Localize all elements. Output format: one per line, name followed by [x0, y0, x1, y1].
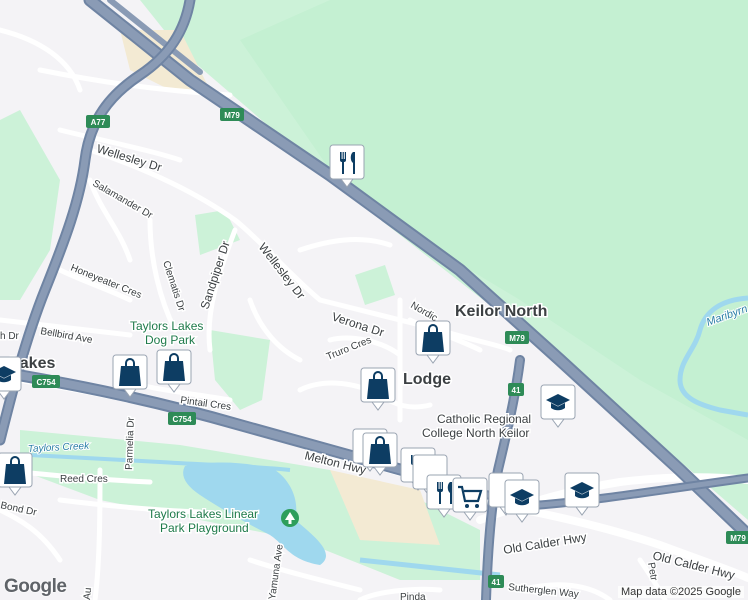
- street-label-parmelia-dr: Parmelia Dr: [124, 416, 137, 470]
- school-label-line1: Catholic Regional: [437, 412, 531, 426]
- shield-a77-text: A77: [91, 118, 106, 127]
- park-tree-icon: [281, 509, 299, 527]
- shield-c754-mid: C754: [168, 412, 196, 425]
- street-label-dr-partial: h Dr: [0, 331, 20, 342]
- google-logo[interactable]: Google: [4, 576, 67, 598]
- shield-41-bottom-text: 41: [492, 578, 501, 587]
- shield-41-bottom: 41: [488, 575, 504, 588]
- park-label-dog-park-line1: Taylors Lakes: [130, 319, 203, 333]
- shield-m79-top-text: M79: [224, 111, 240, 120]
- park-label-dog-park-line2: Dog Park: [145, 333, 196, 347]
- park-label-linear-park-line2: Park Playground: [160, 521, 249, 535]
- shield-m79-top: M79: [220, 108, 244, 121]
- map-attribution[interactable]: Map data ©2025 Google: [617, 586, 744, 598]
- park-label-linear-park-line1: Taylors Lakes Linear: [148, 507, 258, 521]
- shield-m79-right: M79: [505, 331, 529, 344]
- street-label-pinda: Pinda: [400, 592, 426, 600]
- shield-m79-edge-text: M79: [730, 534, 746, 543]
- shield-a77: A77: [86, 115, 110, 128]
- shield-m79-right-text: M79: [509, 334, 525, 343]
- shield-c754-left: C754: [32, 375, 60, 388]
- shield-41-mid: 41: [508, 383, 524, 396]
- suburb-label-keilor-north: Keilor North: [455, 303, 547, 320]
- school-label-line2: College North Keilor: [422, 426, 529, 440]
- map-canvas[interactable]: M79 A77 M79 C754 C754 41 41 M79 Keilor N…: [0, 0, 748, 600]
- shield-c754-mid-text: C754: [172, 415, 192, 424]
- suburb-label-lodge: Lodge: [403, 371, 451, 388]
- shield-c754-left-text: C754: [36, 378, 56, 387]
- street-label-au: Au: [82, 587, 94, 600]
- shield-41-mid-text: 41: [512, 386, 521, 395]
- shield-m79-edge: M79: [726, 531, 748, 544]
- street-label-reed-cres: Reed Cres: [60, 474, 108, 485]
